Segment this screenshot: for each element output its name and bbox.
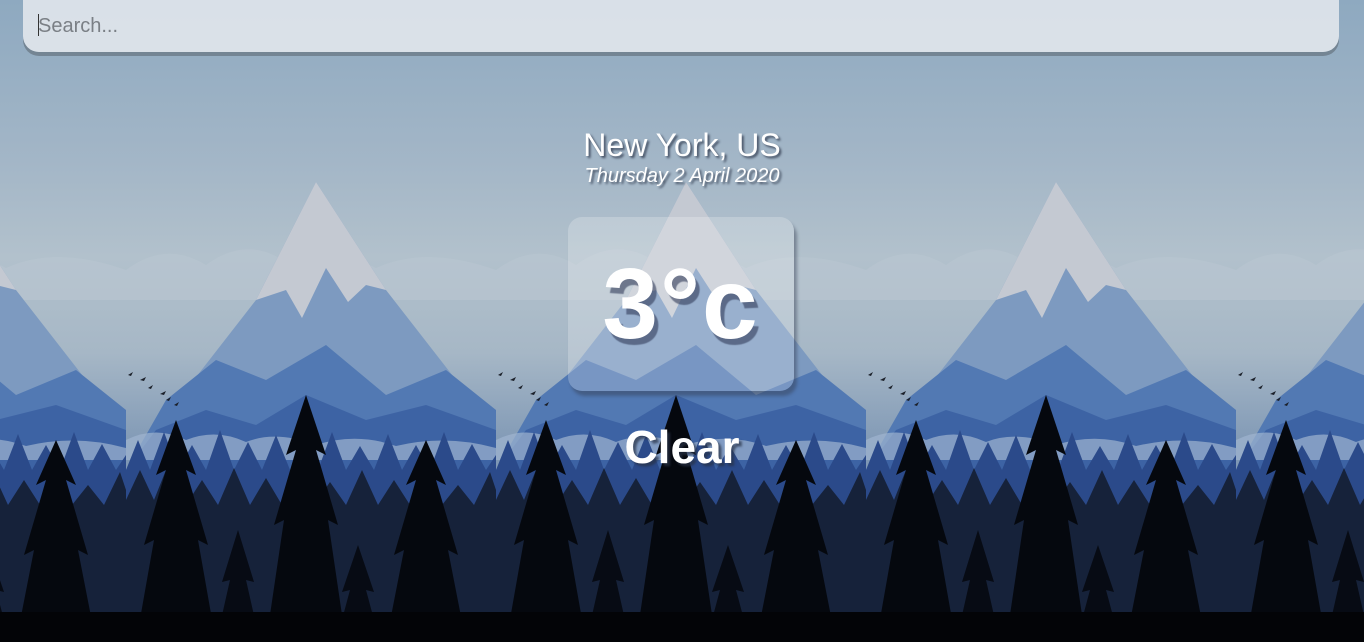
weather-app: New York, US Thursday 2 April 2020 3°c C…: [0, 0, 1364, 642]
search-bar: [23, 0, 1339, 52]
text-cursor: [38, 14, 39, 36]
search-input[interactable]: [23, 0, 1339, 52]
weather-condition: Clear: [624, 421, 740, 473]
location-box: New York, US Thursday 2 April 2020: [0, 126, 1364, 188]
temperature-box: 3°c: [568, 217, 794, 391]
city-name: New York, US: [583, 127, 781, 163]
current-date: Thursday 2 April 2020: [584, 165, 780, 187]
temperature-value: 3°c: [602, 247, 760, 360]
